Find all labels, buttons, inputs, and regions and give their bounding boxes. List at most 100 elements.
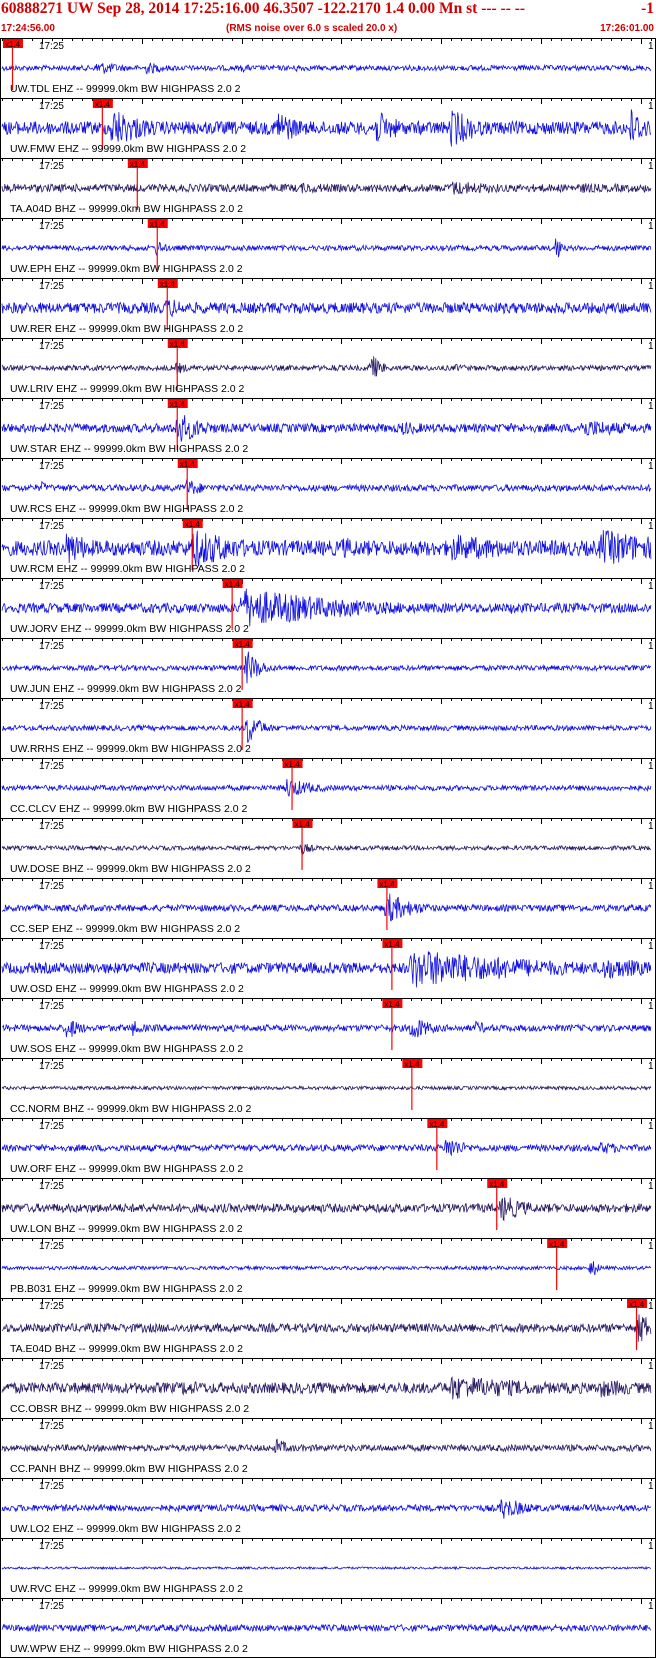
- pick-label: x1.4: [160, 280, 176, 289]
- station-label: UW.TDL EHZ -- 99999.0km BW HIGHPASS 2.0 …: [10, 83, 241, 95]
- waveform: [1, 1623, 652, 1633]
- pick-label: x1.4: [429, 1120, 445, 1129]
- waveform: [1, 588, 652, 627]
- scale-label: 1: [648, 101, 654, 112]
- waveform: [1, 778, 652, 798]
- station-label: CC.NORM BHZ -- 99999.0km BW HIGHPASS 2.0…: [10, 1103, 252, 1115]
- station-label: UW.DOSE BHZ -- 99999.0km BW HIGHPASS 2.0…: [10, 863, 251, 875]
- trace-panel: 17:25 1 x1.4 UW.TDL EHZ -- 99999.0km BW HIG…: [0, 38, 656, 95]
- scale-label: 1: [648, 941, 654, 952]
- station-label: UW.JUN EHZ -- 99999.0km BW HIGHPASS 2.0 …: [10, 683, 242, 695]
- scale-label: 1: [648, 821, 654, 832]
- waveform: [1, 1139, 652, 1157]
- waveform: [1, 299, 652, 318]
- time-mark-label: 17:25: [39, 1601, 64, 1612]
- waveform: [1, 181, 652, 195]
- station-label: CC.OBSR BHZ -- 99999.0km BW HIGHPASS 2.0…: [10, 1403, 249, 1415]
- time-mark-label: 17:25: [39, 941, 64, 952]
- pick-label: x1.4: [285, 760, 301, 769]
- pick-label: x1.4: [130, 160, 146, 169]
- scale-label: 1: [648, 881, 654, 892]
- trace-panel: 17:25 1 x1.4 UW.STAR EHZ -- 99999.0km BW HI…: [0, 398, 656, 455]
- time-mark-label: 17:25: [39, 1361, 64, 1372]
- trace-panel: 17:25 1 x1.4 UW.RER EHZ -- 99999.0km BW HIG…: [0, 278, 656, 335]
- scale-label: 1: [648, 1181, 654, 1192]
- waveform: [1, 1084, 652, 1092]
- pick-label: x1.4: [384, 1000, 400, 1009]
- trace-panel: 17:25 1 UW.RVC EHZ -- 99999.0km BW HIGHPAS…: [0, 1538, 656, 1595]
- station-label: UW.ORF EHZ -- 99999.0km BW HIGHPASS 2.0 …: [10, 1163, 243, 1175]
- waveform: [1, 356, 652, 377]
- waveform: [1, 62, 652, 75]
- pick-label: x1.4: [379, 880, 395, 889]
- trace-panel: 17:25 1 x1.4 UW.JORV EHZ -- 99999.0km BW HI…: [0, 578, 656, 635]
- start-time: 17:24:56.00: [1, 23, 55, 34]
- station-label: UW.SOS EHZ -- 99999.0km BW HIGHPASS 2.0 …: [10, 1043, 243, 1055]
- station-label: UW.LRIV EHZ -- 99999.0km BW HIGHPASS 2.0…: [10, 383, 245, 395]
- scale-label: 1: [648, 1481, 654, 1492]
- rms-note: (RMS noise over 6.0 s scaled 20.0 x): [226, 23, 398, 34]
- station-label: UW.OSD EHZ -- 99999.0km BW HIGHPASS 2.0 …: [10, 983, 244, 995]
- pick-label: x1.4: [489, 1180, 505, 1189]
- time-mark-label: 17:25: [39, 1061, 64, 1072]
- trace-panel: 17:25 1x1.4 TA.E04D BHZ -- 99999.0km BW HI…: [0, 1298, 656, 1355]
- trace-panel: 17:25 1 x1.4 CC.CLCV EHZ -- 99999.0km BW HI…: [0, 758, 656, 815]
- trace-panel: 17:25 1 x1.4 UW.JUN EHZ -- 99999.0km BW HIG…: [0, 638, 656, 695]
- scale-label: 1: [648, 641, 654, 652]
- pick-label: x1.4: [295, 820, 311, 829]
- time-mark-label: 17:25: [39, 281, 64, 292]
- trace-panel: 17:25 1 x1.4 UW.ORF EHZ -- 99999.0km BW HIG…: [0, 1118, 656, 1175]
- trace-panel: 17:25 1 x1.4 CC.NORM BHZ -- 99999.0km BW HI…: [0, 1058, 656, 1115]
- pick-label: x1.4: [404, 1060, 420, 1069]
- pick-label: x1.4: [185, 520, 201, 529]
- time-mark-label: 17:25: [39, 1481, 64, 1492]
- pick-label: x1.4: [549, 1240, 565, 1249]
- station-label: UW.RRHS EHZ -- 99999.0km BW HIGHPASS 2.0…: [10, 743, 251, 755]
- scale-label: 1: [648, 581, 654, 592]
- event-title: 60888271 UW Sep 28, 2014 17:25:16.00 46.…: [1, 0, 526, 17]
- waveform: [1, 1499, 652, 1519]
- trace-panel: 17:25 1 x1.4 UW.SOS EHZ -- 99999.0km BW HIG…: [0, 998, 656, 1055]
- waveform: [1, 651, 652, 684]
- scale-label: 1: [648, 41, 654, 52]
- time-mark-label: 17:25: [39, 41, 64, 52]
- station-label: TA.A04D BHZ -- 99999.0km BW HIGHPASS 2.0…: [10, 203, 243, 215]
- time-mark-label: 17:25: [39, 221, 64, 232]
- time-mark-label: 17:25: [39, 581, 64, 592]
- pick-label: x1.4: [180, 460, 196, 469]
- time-mark-label: 17:25: [39, 161, 64, 172]
- scale-label: 1: [648, 221, 654, 232]
- trace-panel: 17:25 1 x1.4 UW.LON BHZ -- 99999.0km BW HIG…: [0, 1178, 656, 1235]
- waveform: [1, 238, 652, 258]
- waveform: [1, 1314, 652, 1342]
- pick-label: x1.4: [170, 340, 186, 349]
- station-label: UW.JORV EHZ -- 99999.0km BW HIGHPASS 2.0…: [10, 623, 249, 635]
- scale-label: 1: [648, 1241, 654, 1252]
- scale-label: 1: [648, 1541, 654, 1552]
- scale-label: 1: [648, 1301, 654, 1312]
- scale-label: 1: [648, 701, 654, 712]
- waveform: [1, 719, 652, 743]
- station-label: UW.EPH EHZ -- 99999.0km BW HIGHPASS 2.0 …: [10, 263, 243, 275]
- trace-panel: 17:25 1 x1.4 UW.OSD EHZ -- 99999.0km BW HIG…: [0, 938, 656, 995]
- station-label: CC.PANH BHZ -- 99999.0km BW HIGHPASS 2.0…: [10, 1463, 248, 1475]
- scale-label: 1: [648, 1421, 654, 1432]
- station-label: UW.STAR EHZ -- 99999.0km BW HIGHPASS 2.0…: [10, 443, 248, 455]
- scale-label: 1: [648, 1601, 654, 1612]
- pick-label: x1.4: [225, 580, 241, 589]
- scale-label: 1: [648, 761, 654, 772]
- waveform: [1, 109, 652, 147]
- time-mark-label: 17:25: [39, 1421, 64, 1432]
- trace-panel: 17:25 1 UW.WPW EHZ -- 99999.0km BW HIGHPAS…: [0, 1598, 656, 1655]
- scale-label: 1: [648, 341, 654, 352]
- time-mark-label: 17:25: [39, 341, 64, 352]
- pick-label: x1.4: [5, 40, 21, 49]
- station-label: UW.RER EHZ -- 99999.0km BW HIGHPASS 2.0 …: [10, 323, 243, 335]
- station-label: PB.B031 EHZ -- 99999.0km BW HIGHPASS 2.0…: [10, 1283, 243, 1295]
- time-mark-label: 17:25: [39, 821, 64, 832]
- trace-panel: 17:25 1 x1.4 TA.A04D BHZ -- 99999.0km BW HI…: [0, 158, 656, 215]
- station-label: CC.CLCV EHZ -- 99999.0km BW HIGHPASS 2.0…: [10, 803, 247, 815]
- time-mark-label: 17:25: [39, 1241, 64, 1252]
- seismogram-plot: 17:25 1 x1.4 UW.TDL EHZ -- 99999.0km BW HIG…: [0, 38, 656, 1658]
- trace-panel: 17:25 1 x1.4 PB.B031 EHZ -- 99999.0km BW HI…: [0, 1238, 656, 1295]
